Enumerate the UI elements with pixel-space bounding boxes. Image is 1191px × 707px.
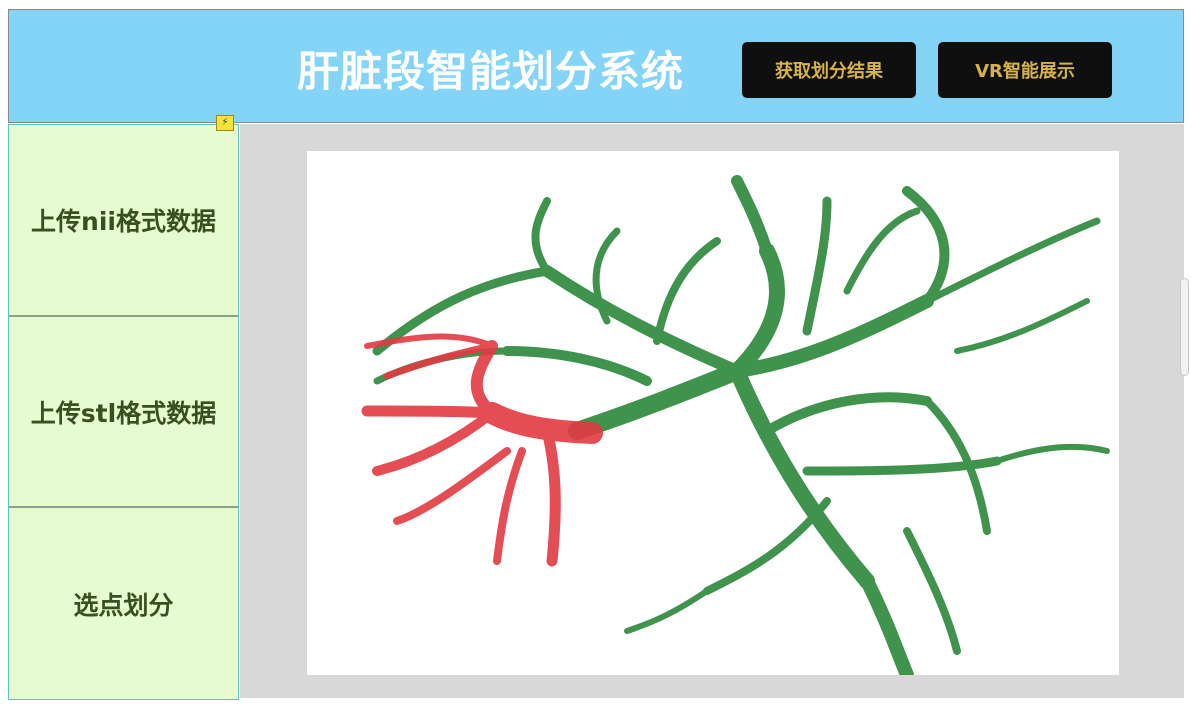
point-select-segmentation-button[interactable]: 选点划分 bbox=[9, 508, 238, 699]
main-content-area bbox=[240, 124, 1184, 698]
get-segmentation-result-button[interactable]: 获取划分结果 bbox=[742, 42, 916, 98]
lightning-icon[interactable]: ⚡ bbox=[216, 115, 234, 131]
upload-nii-button[interactable]: 上传nii格式数据 bbox=[9, 125, 238, 317]
red-liver-segment bbox=[361, 333, 603, 567]
upload-stl-button[interactable]: 上传stl格式数据 bbox=[9, 317, 238, 508]
app-header: 肝脏段智能划分系统 获取划分结果 VR智能展示 bbox=[8, 9, 1184, 123]
3d-viewer[interactable] bbox=[307, 151, 1119, 675]
scrollbar-thumb[interactable] bbox=[1180, 278, 1189, 376]
sidebar: 上传nii格式数据 上传stl格式数据 选点划分 bbox=[8, 124, 239, 700]
vr-display-button[interactable]: VR智能展示 bbox=[938, 42, 1112, 98]
page-title: 肝脏段智能划分系统 bbox=[297, 47, 685, 96]
liver-vessel-model[interactable] bbox=[307, 151, 1119, 675]
green-vessel-tree bbox=[372, 175, 1110, 675]
